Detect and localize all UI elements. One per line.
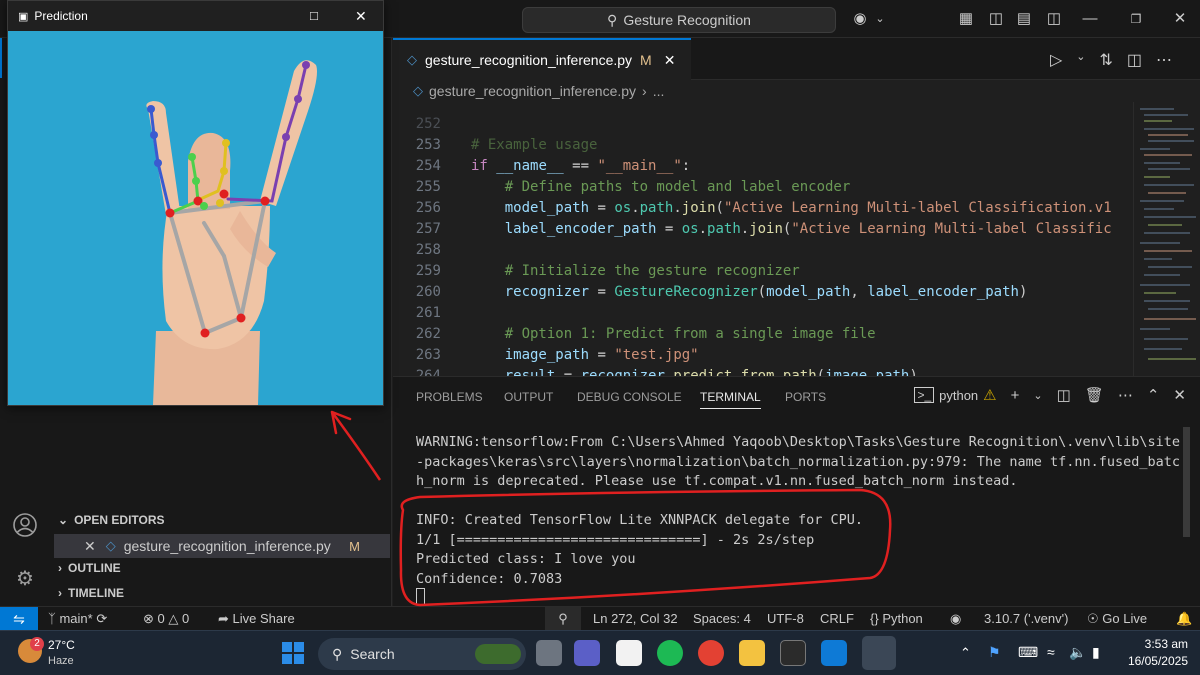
highlight-ellipse	[399, 488, 892, 607]
red-annotation-overlay	[330, 410, 892, 607]
annotation-arrow	[330, 411, 382, 481]
